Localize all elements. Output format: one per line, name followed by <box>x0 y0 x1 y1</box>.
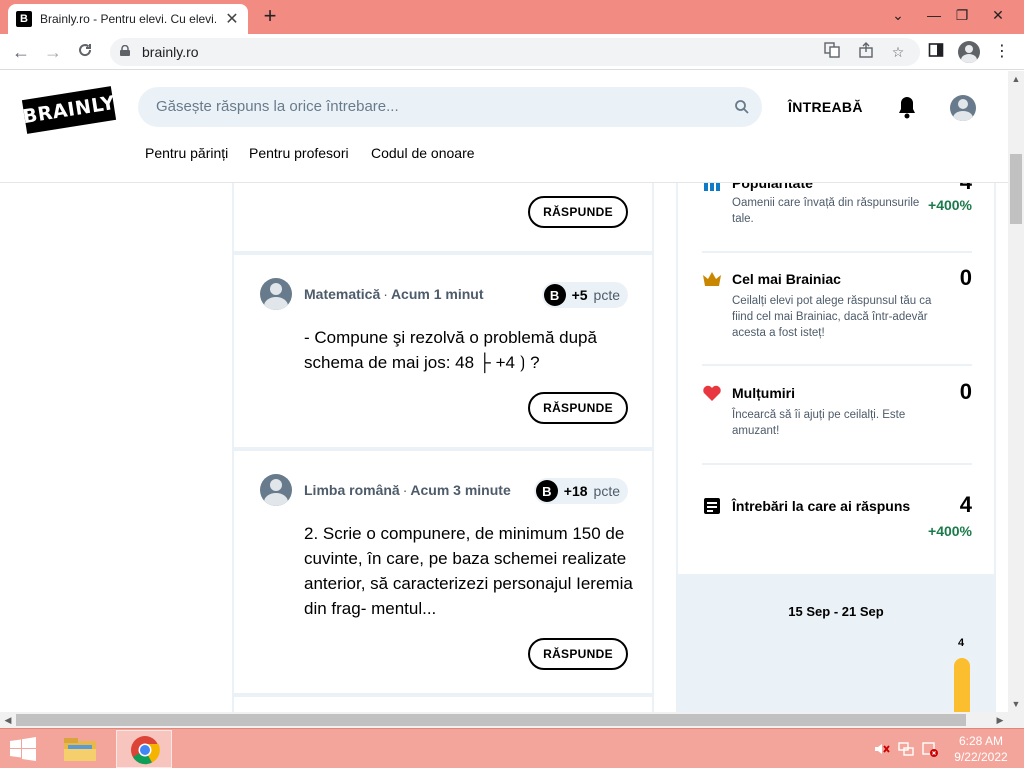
tab-search-chevron-icon[interactable]: ⌄ <box>880 0 916 30</box>
bar-value-label: 4 <box>958 637 965 649</box>
scroll-up-arrow-icon[interactable]: ▲ <box>1008 71 1024 87</box>
browser-menu-icon[interactable]: ⋮ <box>992 42 1012 62</box>
clock-time: 6:28 AM <box>958 734 1004 748</box>
search-placeholder[interactable]: Găsește răspuns la orice întrebare... <box>156 98 399 115</box>
question-text[interactable]: - Compune şi rezolvă o problemă după sch… <box>304 325 634 375</box>
stat-title: Mulțumiri <box>732 385 795 401</box>
reply-button[interactable]: RĂSPUNDE <box>528 196 628 228</box>
file-explorer-icon[interactable] <box>60 733 100 765</box>
points-value: +5 <box>571 287 588 303</box>
reply-button[interactable]: RĂSPUNDE <box>528 638 628 670</box>
forward-icon[interactable]: → <box>42 42 64 64</box>
stat-answered-questions: Întrebări la care ai răspuns 4 +400% <box>702 492 972 552</box>
question-meta: Matematică · Acum 1 minut <box>304 286 484 302</box>
user-avatar-icon[interactable] <box>260 278 292 310</box>
time-label: Acum 1 minut <box>390 286 484 302</box>
time-label: Acum 3 minute <box>410 482 511 498</box>
questions-icon <box>704 498 720 514</box>
subject-label[interactable]: Limba română <box>304 482 400 498</box>
weekly-activity-panel: 15 Sep - 21 Sep 4 <box>678 574 994 712</box>
browser-tab-bar: B Brainly.ro - Pentru elevi. Cu elevi. ✕… <box>0 0 1024 34</box>
stat-thanks: Mulțumiri 0 Încearcă să îi ajuți pe ceil… <box>702 379 972 449</box>
site-header: BRAINLY Găsește răspuns la orice întreba… <box>0 71 1008 183</box>
divider <box>702 364 972 366</box>
translate-icon[interactable] <box>822 42 842 62</box>
close-tab-icon[interactable]: ✕ <box>224 9 240 29</box>
link-parents[interactable]: Pentru părinți <box>145 145 228 161</box>
divider <box>702 251 972 253</box>
brainly-points-icon: B <box>543 284 566 306</box>
lock-icon[interactable] <box>120 45 130 56</box>
search-icon[interactable] <box>734 99 750 115</box>
scroll-left-arrow-icon[interactable]: ◀ <box>0 712 16 728</box>
stat-brainiac: Cel mai Brainiac 0 Ceilalți elevi pot al… <box>702 265 972 345</box>
side-panel-icon[interactable] <box>926 42 946 62</box>
chrome-taskbar-button[interactable] <box>116 730 172 768</box>
browser-toolbar: ← → brainly.ro ☆ ⋮ <box>0 34 1024 70</box>
brainly-favicon-icon: B <box>16 11 32 27</box>
browser-tab[interactable]: B Brainly.ro - Pentru elevi. Cu elevi. ✕ <box>8 4 248 34</box>
volume-muted-icon[interactable] <box>874 741 890 757</box>
stat-value: 0 <box>959 379 972 404</box>
system-clock[interactable]: 6:28 AM 9/22/2022 <box>944 733 1018 765</box>
vertical-scroll-thumb[interactable] <box>1010 154 1022 224</box>
points-value: +18 <box>563 483 588 499</box>
user-avatar-icon[interactable] <box>260 474 292 506</box>
brainly-points-icon: B <box>535 480 558 502</box>
reply-button[interactable]: RĂSPUNDE <box>528 392 628 424</box>
question-text[interactable]: 2. Scrie o compunere, de minimum 150 de … <box>304 521 634 621</box>
stat-percent: +400% <box>928 197 972 213</box>
question-card[interactable]: Matematică · Acum 1 minut B +5 pcte - Comp… <box>232 255 654 451</box>
crown-icon <box>703 272 721 286</box>
scroll-right-arrow-icon[interactable]: ▶ <box>992 712 1008 728</box>
stat-value: 4 <box>959 492 972 517</box>
link-honor-code[interactable]: Codul de onoare <box>371 145 475 161</box>
tab-title: Brainly.ro - Pentru elevi. Cu elevi. <box>40 12 216 26</box>
heart-icon <box>703 385 721 401</box>
link-teachers[interactable]: Pentru profesori <box>249 145 349 161</box>
points-unit: pcte <box>593 287 620 303</box>
action-center-alert-icon[interactable] <box>922 741 938 757</box>
page-viewport: RĂSPUNDE Matematică · Acum 1 minut B +5 pc… <box>0 71 1008 712</box>
week-range-label: 15 Sep - 21 Sep <box>788 604 884 619</box>
notifications-bell-icon[interactable] <box>896 95 918 119</box>
clock-date: 9/22/2022 <box>954 750 1008 764</box>
question-card <box>232 697 654 712</box>
share-icon[interactable] <box>856 42 876 62</box>
user-avatar-icon[interactable] <box>950 95 976 121</box>
points-badge: B +18 pcte <box>533 478 628 504</box>
divider <box>702 463 972 465</box>
bookmark-star-icon[interactable]: ☆ <box>888 42 908 62</box>
question-meta: Limba română · Acum 3 minute <box>304 482 511 498</box>
search-input[interactable]: Găsește răspuns la orice întrebare... <box>138 87 762 127</box>
stat-value: 0 <box>959 265 972 290</box>
windows-start-icon[interactable] <box>8 737 38 761</box>
subject-label[interactable]: Matematică <box>304 286 380 302</box>
url-text[interactable]: brainly.ro <box>142 44 199 60</box>
stat-description: Încearcă să îi ajuți pe ceilalți. Este a… <box>732 409 906 437</box>
activity-bar <box>954 658 970 712</box>
network-icon[interactable] <box>898 741 914 757</box>
address-bar[interactable]: brainly.ro ☆ <box>110 38 920 66</box>
restore-button[interactable]: ❐ <box>944 0 980 30</box>
new-tab-button[interactable]: + <box>258 5 282 29</box>
reload-icon[interactable] <box>74 42 96 64</box>
stat-description: Oamenii care învață din răspunsurile tal… <box>732 197 920 225</box>
close-window-button[interactable]: ✕ <box>980 0 1016 30</box>
stat-description: Ceilalți elevi pot alege răspunsul tău c… <box>732 295 932 339</box>
stat-title: Întrebări la care ai răspuns <box>732 498 911 514</box>
horizontal-scroll-thumb[interactable] <box>16 714 966 726</box>
stat-title: Cel mai Brainiac <box>732 271 841 287</box>
os-taskbar: 6:28 AM 9/22/2022 <box>0 728 1024 768</box>
stat-percent: +400% <box>928 523 972 539</box>
back-icon[interactable]: ← <box>10 42 32 64</box>
points-badge: B +5 pcte <box>541 282 628 308</box>
profile-avatar-icon[interactable] <box>958 41 980 63</box>
chrome-icon <box>131 736 160 765</box>
brainly-logo[interactable]: BRAINLY <box>21 86 117 134</box>
scroll-down-arrow-icon[interactable]: ▼ <box>1008 696 1024 712</box>
ask-question-button[interactable]: ÎNTREABĂ <box>788 99 863 115</box>
points-unit: pcte <box>593 483 620 499</box>
question-card[interactable]: Limba română · Acum 3 minute B +18 pcte 2.… <box>232 451 654 697</box>
